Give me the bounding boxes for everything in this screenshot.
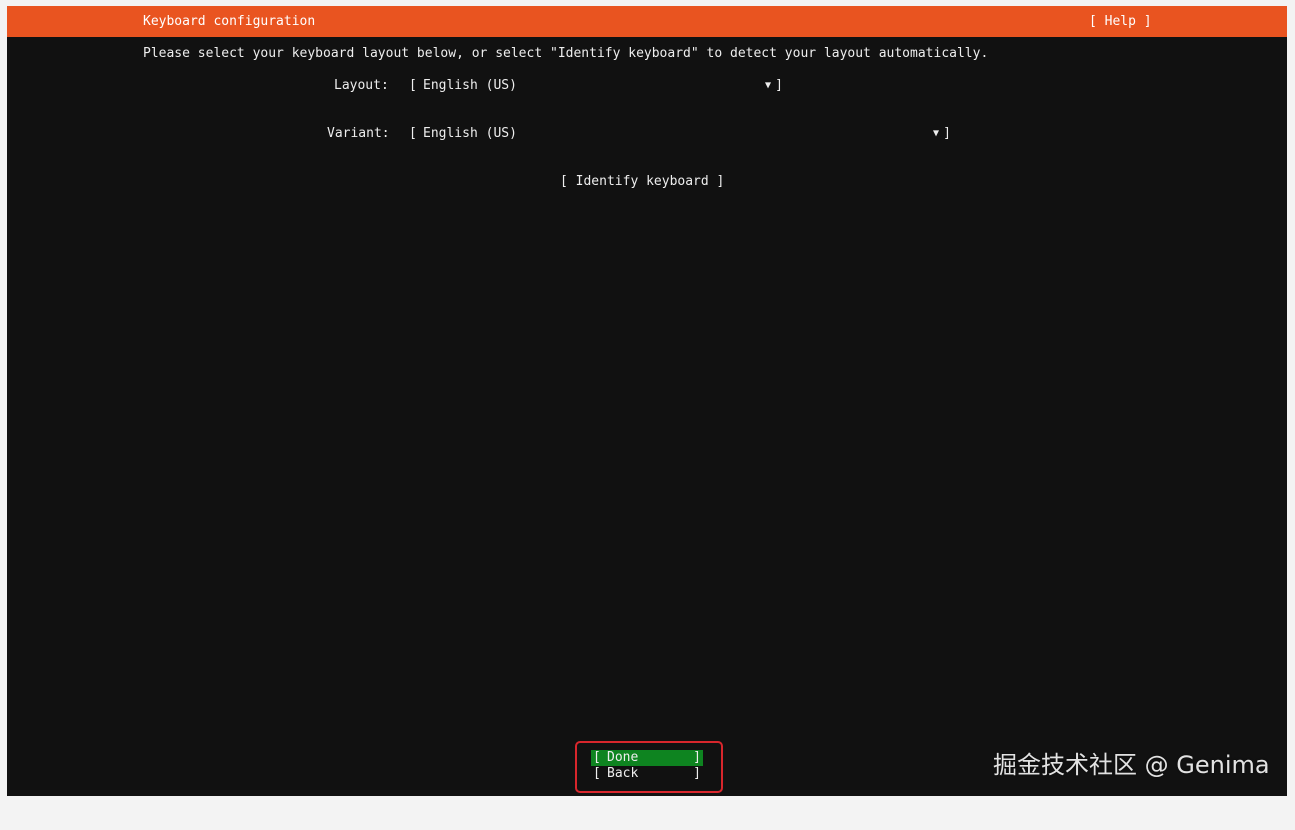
done-button-bracket-close: ] [693, 750, 701, 765]
layout-dropdown-bracket-open: [ [409, 78, 417, 93]
watermark: 掘金技术社区 @ Genima [993, 751, 1270, 779]
variant-dropdown-value: English (US) [423, 126, 517, 141]
variant-dropdown-bracket-close: ] [943, 126, 951, 141]
done-button-label: Done [607, 750, 639, 765]
variant-dropdown[interactable]: [ English (US) ▼ ] [409, 126, 951, 142]
layout-label: Layout: [334, 78, 389, 93]
page-title: Keyboard configuration [143, 14, 316, 29]
dropdown-arrow-icon: ▼ [932, 128, 939, 139]
layout-dropdown-bracket-close: ] [775, 78, 783, 93]
back-button-label: Back [607, 766, 639, 781]
layout-dropdown[interactable]: [ English (US) ▼ ] [409, 78, 783, 94]
done-button-bracket-open: [ [593, 750, 601, 765]
help-button[interactable]: [ Help ] [1089, 6, 1152, 37]
instruction-text: Please select your keyboard layout below… [143, 46, 989, 61]
header-bar: Keyboard configuration [ Help ] [7, 6, 1287, 37]
done-button[interactable]: [ Done ] [591, 750, 703, 766]
identify-keyboard-button[interactable]: [ Identify keyboard ] [560, 174, 724, 190]
installer-screen: Keyboard configuration [ Help ] Please s… [7, 6, 1287, 796]
layout-dropdown-value: English (US) [423, 78, 517, 93]
back-button-bracket-open: [ [593, 766, 601, 781]
variant-dropdown-bracket-open: [ [409, 126, 417, 141]
variant-label: Variant: [327, 126, 390, 141]
back-button-bracket-close: ] [693, 766, 701, 781]
back-button[interactable]: [ Back ] [591, 766, 703, 782]
dropdown-arrow-icon: ▼ [764, 80, 771, 91]
